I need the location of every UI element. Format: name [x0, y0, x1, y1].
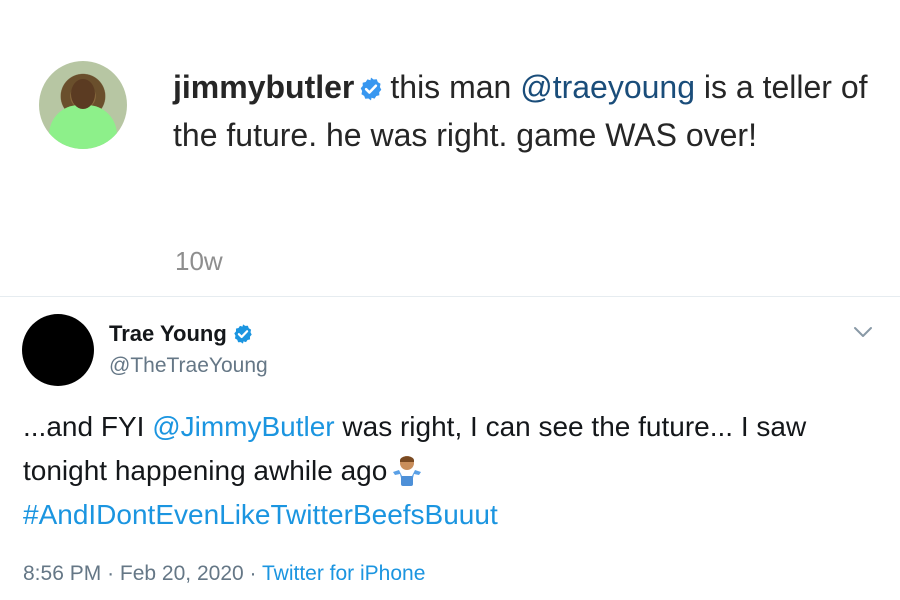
tweet-author: Trae Young — [109, 321, 254, 347]
comment-timestamp: 10w — [175, 246, 223, 276]
tweet-date[interactable]: Feb 20, 2020 — [120, 562, 244, 585]
instagram-comment: jimmybutler this man @traeyoung is a tell… — [0, 0, 900, 296]
avatar-face — [71, 79, 95, 109]
chevron-down-icon[interactable] — [853, 325, 873, 339]
comment-username[interactable]: jimmybutler — [173, 69, 354, 105]
tweet-hashtag[interactable]: #AndIDontEvenLikeTwitterBeefsBuuut — [23, 499, 498, 530]
comment-text-start: this man — [390, 69, 512, 105]
meta-separator: · — [249, 562, 257, 585]
comment-mention[interactable]: @traeyoung — [520, 69, 695, 105]
tweet-text: ...and FYI @JimmyButler was right, I can… — [23, 405, 883, 537]
verified-badge-icon — [234, 324, 252, 344]
tweet-source[interactable]: Twitter for iPhone — [262, 562, 425, 585]
tweet-text-start: ...and FYI — [23, 411, 145, 442]
meta-separator: · — [107, 562, 115, 585]
avatar-shirt — [49, 105, 117, 149]
comment-text: jimmybutler this man @traeyoung is a tell… — [173, 63, 873, 159]
avatar[interactable] — [39, 61, 127, 149]
tweet: Trae Young @TheTraeYoung ...and FYI @Jim… — [0, 297, 900, 600]
tweet-mention[interactable]: @JimmyButler — [152, 411, 334, 442]
person-shrugging-emoji — [393, 456, 422, 486]
tweet-time[interactable]: 8:56 PM — [23, 562, 101, 585]
tweet-display-name[interactable]: Trae Young — [109, 321, 227, 347]
tweet-handle[interactable]: @TheTraeYoung — [109, 354, 268, 378]
verified-badge-icon — [361, 77, 382, 101]
tweet-meta: 8:56 PM · Feb 20, 2020 · Twitter for iPh… — [23, 562, 425, 586]
avatar[interactable] — [22, 314, 94, 386]
